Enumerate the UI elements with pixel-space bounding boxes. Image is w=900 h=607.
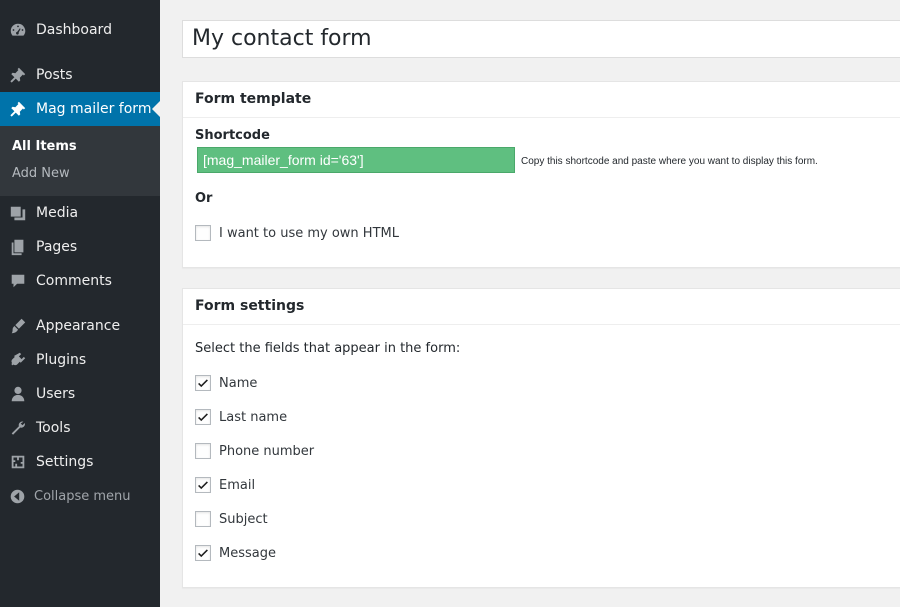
field-label: Email — [219, 477, 256, 493]
sidebar-item-label: Plugins — [36, 352, 87, 368]
sidebar-item-comments[interactable]: Comments — [0, 264, 160, 298]
shortcode-label: Shortcode — [195, 128, 270, 143]
dashboard-icon — [0, 21, 36, 39]
field-phone-number-row[interactable]: Phone number — [195, 442, 314, 460]
field-checkbox[interactable] — [195, 409, 211, 425]
sidebar-item-label: Settings — [36, 454, 94, 470]
form-settings-box: Form settings Select the fields that app… — [182, 288, 900, 588]
sidebar-item-label: Users — [36, 386, 76, 402]
sidebar-item-appearance[interactable]: Appearance — [0, 309, 160, 343]
checkmark-icon — [198, 379, 208, 388]
settings-icon — [0, 453, 36, 471]
brush-icon — [0, 317, 36, 335]
submenu-all-items[interactable]: All Items — [12, 139, 77, 154]
field-message-row[interactable]: Message — [195, 544, 276, 562]
sidebar-item-dashboard[interactable]: Dashboard — [0, 13, 160, 47]
own-html-checkbox[interactable] — [195, 225, 211, 241]
comment-icon — [0, 272, 36, 290]
sidebar-item-plugins[interactable]: Plugins — [0, 343, 160, 377]
field-label: Message — [219, 545, 276, 561]
or-label: Or — [195, 191, 213, 206]
post-title-input[interactable]: My contact form — [182, 20, 900, 58]
form-template-heading: Form template — [183, 82, 900, 118]
sidebar-item-label: Mag mailer form — [36, 101, 152, 117]
wrench-icon — [0, 419, 36, 437]
submenu-add-new[interactable]: Add New — [12, 166, 70, 181]
shortcode-field[interactable]: [mag_mailer_form id='63'] — [197, 147, 515, 173]
own-html-checkbox-row[interactable]: I want to use my own HTML — [195, 224, 399, 242]
field-subject-row[interactable]: Subject — [195, 510, 268, 528]
field-last-name-row[interactable]: Last name — [195, 408, 287, 426]
field-checkbox[interactable] — [195, 511, 211, 527]
sidebar-item-settings[interactable]: Settings — [0, 445, 160, 479]
pin-icon — [0, 66, 36, 84]
sidebar-item-label: Tools — [36, 420, 71, 436]
sidebar-item-mag-mailer-form[interactable]: Mag mailer form — [0, 92, 160, 126]
user-icon — [0, 385, 36, 403]
field-label: Phone number — [219, 443, 315, 459]
field-name-row[interactable]: Name — [195, 374, 257, 392]
collapse-menu-button[interactable]: Collapse menu — [0, 484, 160, 508]
checkmark-icon — [198, 481, 208, 490]
field-label: Last name — [219, 409, 288, 425]
media-icon — [0, 204, 36, 222]
own-html-label: I want to use my own HTML — [219, 225, 399, 241]
sidebar-item-label: Media — [36, 205, 79, 221]
checkmark-icon — [198, 413, 208, 422]
admin-sidebar: Dashboard Posts Mag mailer form All Item… — [0, 0, 160, 607]
collapse-icon — [0, 488, 34, 505]
field-label: Name — [219, 375, 258, 391]
pin-icon — [0, 100, 36, 118]
sidebar-item-users[interactable]: Users — [0, 377, 160, 411]
field-label: Subject — [219, 511, 268, 527]
sidebar-item-pages[interactable]: Pages — [0, 230, 160, 264]
form-settings-heading: Form settings — [183, 289, 900, 325]
shortcode-hint: Copy this shortcode and paste where you … — [521, 156, 818, 167]
pages-icon — [0, 238, 36, 256]
field-checkbox[interactable] — [195, 545, 211, 561]
sidebar-item-tools[interactable]: Tools — [0, 411, 160, 445]
form-template-box: Form template Shortcode [mag_mailer_form… — [182, 81, 900, 268]
sidebar-item-label: Comments — [36, 273, 112, 289]
field-checkbox[interactable] — [195, 477, 211, 493]
checkmark-icon — [198, 549, 208, 558]
sidebar-item-label: Pages — [36, 239, 78, 255]
sidebar-item-media[interactable]: Media — [0, 196, 160, 230]
field-email-row[interactable]: Email — [195, 476, 255, 494]
sidebar-submenu: All Items Add New — [0, 126, 160, 196]
sidebar-item-label: Dashboard — [36, 22, 112, 38]
fields-description: Select the fields that appear in the for… — [195, 341, 461, 356]
field-checkbox[interactable] — [195, 375, 211, 391]
sidebar-item-label: Posts — [36, 67, 73, 83]
field-checkbox[interactable] — [195, 443, 211, 459]
collapse-menu-label: Collapse menu — [34, 488, 131, 504]
sidebar-item-label: Appearance — [36, 318, 121, 334]
plugin-icon — [0, 351, 36, 369]
sidebar-item-posts[interactable]: Posts — [0, 58, 160, 92]
